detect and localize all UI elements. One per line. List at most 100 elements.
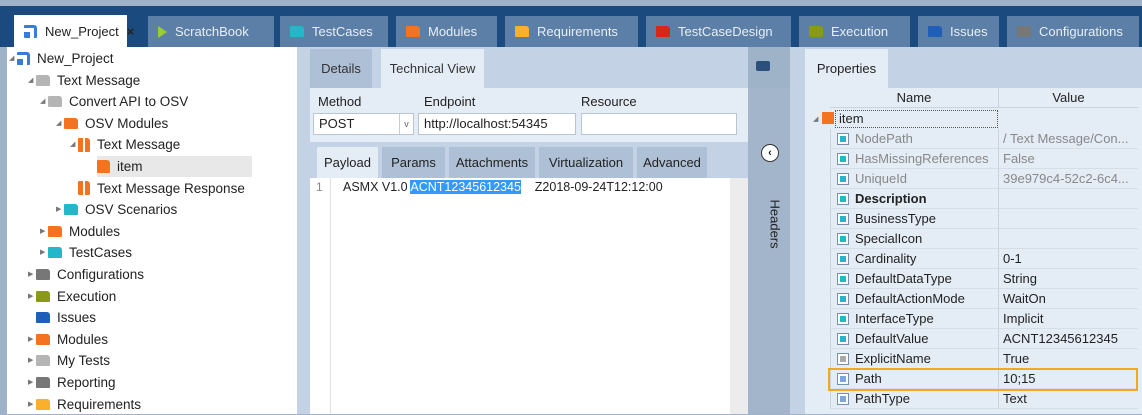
tab-properties[interactable]: Properties: [805, 49, 888, 88]
property-row[interactable]: PathType Text: [805, 389, 1138, 409]
property-row[interactable]: Description: [805, 189, 1138, 209]
collapsed-arrow-icon[interactable]: ▶: [28, 292, 33, 300]
tab-issues[interactable]: Issues: [918, 16, 999, 47]
tree-item[interactable]: Text Message Response: [78, 178, 245, 199]
headers-label[interactable]: Headers: [768, 200, 783, 249]
splitter-right[interactable]: [790, 47, 805, 414]
expanded-arrow-icon[interactable]: ◢: [40, 97, 45, 105]
property-row[interactable]: ExplicitName True: [805, 349, 1138, 369]
tab-testcasedesign[interactable]: TestCaseDesign: [646, 16, 791, 47]
payload-editor[interactable]: 1 ASMX V1.0 ACNT12345612345 Z2018-09-24T…: [310, 178, 730, 414]
property-row[interactable]: DefaultValue ACNT12345612345: [805, 329, 1138, 349]
tree-item[interactable]: Convert API to OSV: [48, 91, 188, 112]
property-value[interactable]: / Text Message/Con...: [998, 129, 1138, 149]
collapsed-arrow-icon[interactable]: ▶: [28, 335, 33, 343]
resource-input[interactable]: [581, 113, 737, 135]
tab-testcases[interactable]: TestCases: [280, 16, 388, 47]
collapsed-arrow-icon[interactable]: ▶: [40, 227, 45, 235]
property-value[interactable]: [998, 189, 1138, 209]
property-row[interactable]: UniqueId 39e979c4-52c2-6c4...: [805, 169, 1138, 189]
tab-technical-view[interactable]: Technical View: [381, 49, 484, 88]
tree-item[interactable]: Configurations: [36, 264, 144, 285]
property-root-row[interactable]: ◢ item: [805, 109, 1138, 129]
expanded-arrow-icon[interactable]: ◢: [56, 119, 61, 127]
collapsed-arrow-icon[interactable]: ▶: [28, 356, 33, 364]
property-value[interactable]: 0-1: [998, 249, 1138, 269]
property-value[interactable]: [998, 209, 1138, 229]
collapsed-arrow-icon[interactable]: ▶: [56, 205, 61, 213]
tab-advanced[interactable]: Advanced: [637, 147, 707, 178]
tree-item[interactable]: My Tests: [36, 350, 110, 371]
tab-attachments[interactable]: Attachments: [449, 147, 535, 178]
property-row[interactable]: InterfaceType Implicit: [805, 309, 1138, 329]
chevron-left-icon[interactable]: ‹: [761, 144, 779, 162]
tree-item[interactable]: Text Message: [36, 70, 140, 91]
tab-modules[interactable]: Modules: [396, 16, 497, 47]
column-header-value[interactable]: Value: [998, 88, 1138, 108]
collapsed-arrow-icon[interactable]: ▶: [28, 270, 33, 278]
close-icon[interactable]: ×: [127, 24, 135, 39]
module-attribute-icon: [97, 160, 110, 173]
module-attribute-icon: [822, 112, 834, 124]
tree-item[interactable]: Modules: [48, 221, 120, 242]
tab-label: TestCaseDesign: [678, 24, 773, 39]
property-name: SpecialIcon: [830, 229, 998, 249]
property-value[interactable]: True: [998, 349, 1138, 369]
column-header-name[interactable]: Name: [830, 88, 998, 108]
tree-item[interactable]: Modules: [36, 329, 108, 350]
collapsed-arrow-icon[interactable]: ▶: [28, 378, 33, 386]
tree-item[interactable]: Requirements: [36, 394, 141, 415]
expanded-arrow-icon[interactable]: ◢: [28, 76, 33, 84]
expand-arrow-icon[interactable]: ◢: [813, 115, 818, 123]
property-value[interactable]: ACNT12345612345: [998, 329, 1138, 349]
tab-configurations[interactable]: Configurations: [1007, 16, 1139, 47]
method-select[interactable]: POST v: [313, 113, 414, 135]
property-value[interactable]: False: [998, 149, 1138, 169]
print-icon[interactable]: [756, 61, 770, 71]
tree-item[interactable]: Issues: [36, 307, 96, 328]
property-value[interactable]: WaitOn: [998, 289, 1138, 309]
collapsed-arrow-icon[interactable]: ▶: [40, 248, 45, 256]
tab-label: New_Project: [45, 23, 119, 39]
tree-item-label: Execution: [57, 288, 117, 304]
tree-item[interactable]: Execution: [36, 286, 116, 307]
tab-details[interactable]: Details: [310, 49, 372, 88]
tab-params[interactable]: Params: [382, 147, 445, 178]
tab-scratchbook[interactable]: ScratchBook: [148, 16, 274, 47]
property-value[interactable]: String: [998, 269, 1138, 289]
tree-item[interactable]: item: [97, 156, 252, 177]
module-icon: [78, 181, 90, 196]
property-row[interactable]: DefaultDataType String: [805, 269, 1138, 289]
property-row[interactable]: SpecialIcon: [805, 229, 1138, 249]
collapsed-arrow-icon[interactable]: ▶: [28, 400, 33, 408]
expanded-arrow-icon[interactable]: ◢: [70, 140, 75, 148]
tab-requirements[interactable]: Requirements: [505, 16, 638, 47]
property-row[interactable]: Cardinality 0-1: [805, 249, 1138, 269]
headers-sidebar[interactable]: [748, 88, 790, 414]
property-row[interactable]: BusinessType: [805, 209, 1138, 229]
tree-item[interactable]: OSV Scenarios: [64, 199, 177, 220]
endpoint-input[interactable]: http://localhost:54345: [418, 113, 576, 135]
chevron-down-icon[interactable]: v: [399, 114, 413, 134]
tree-item[interactable]: Reporting: [36, 372, 116, 393]
tree-item[interactable]: Text Message: [78, 134, 180, 155]
tab-payload[interactable]: Payload: [317, 147, 378, 178]
splitter[interactable]: [297, 47, 310, 414]
tree-item[interactable]: New_Project: [17, 48, 114, 69]
tab-new_project[interactable]: New_Project ×: [14, 15, 134, 47]
property-value[interactable]: [998, 229, 1138, 249]
property-row[interactable]: DefaultActionMode WaitOn: [805, 289, 1138, 309]
property-value[interactable]: Text: [998, 389, 1138, 409]
tab-execution[interactable]: Execution: [799, 16, 910, 47]
property-row[interactable]: NodePath / Text Message/Con...: [805, 129, 1138, 149]
tree-item[interactable]: TestCases: [48, 242, 132, 263]
property-value[interactable]: Implicit: [998, 309, 1138, 329]
tree-item-label: Modules: [69, 223, 121, 239]
property-value[interactable]: 39e979c4-52c2-6c4...: [998, 169, 1138, 189]
editor-scrollbar[interactable]: [730, 178, 748, 414]
expanded-arrow-icon[interactable]: ◢: [9, 54, 14, 62]
tree-item[interactable]: OSV Modules: [64, 113, 168, 134]
folder-icon: [36, 312, 50, 324]
tab-virtualization[interactable]: Virtualization: [539, 147, 633, 178]
property-row[interactable]: HasMissingReferences False: [805, 149, 1138, 169]
